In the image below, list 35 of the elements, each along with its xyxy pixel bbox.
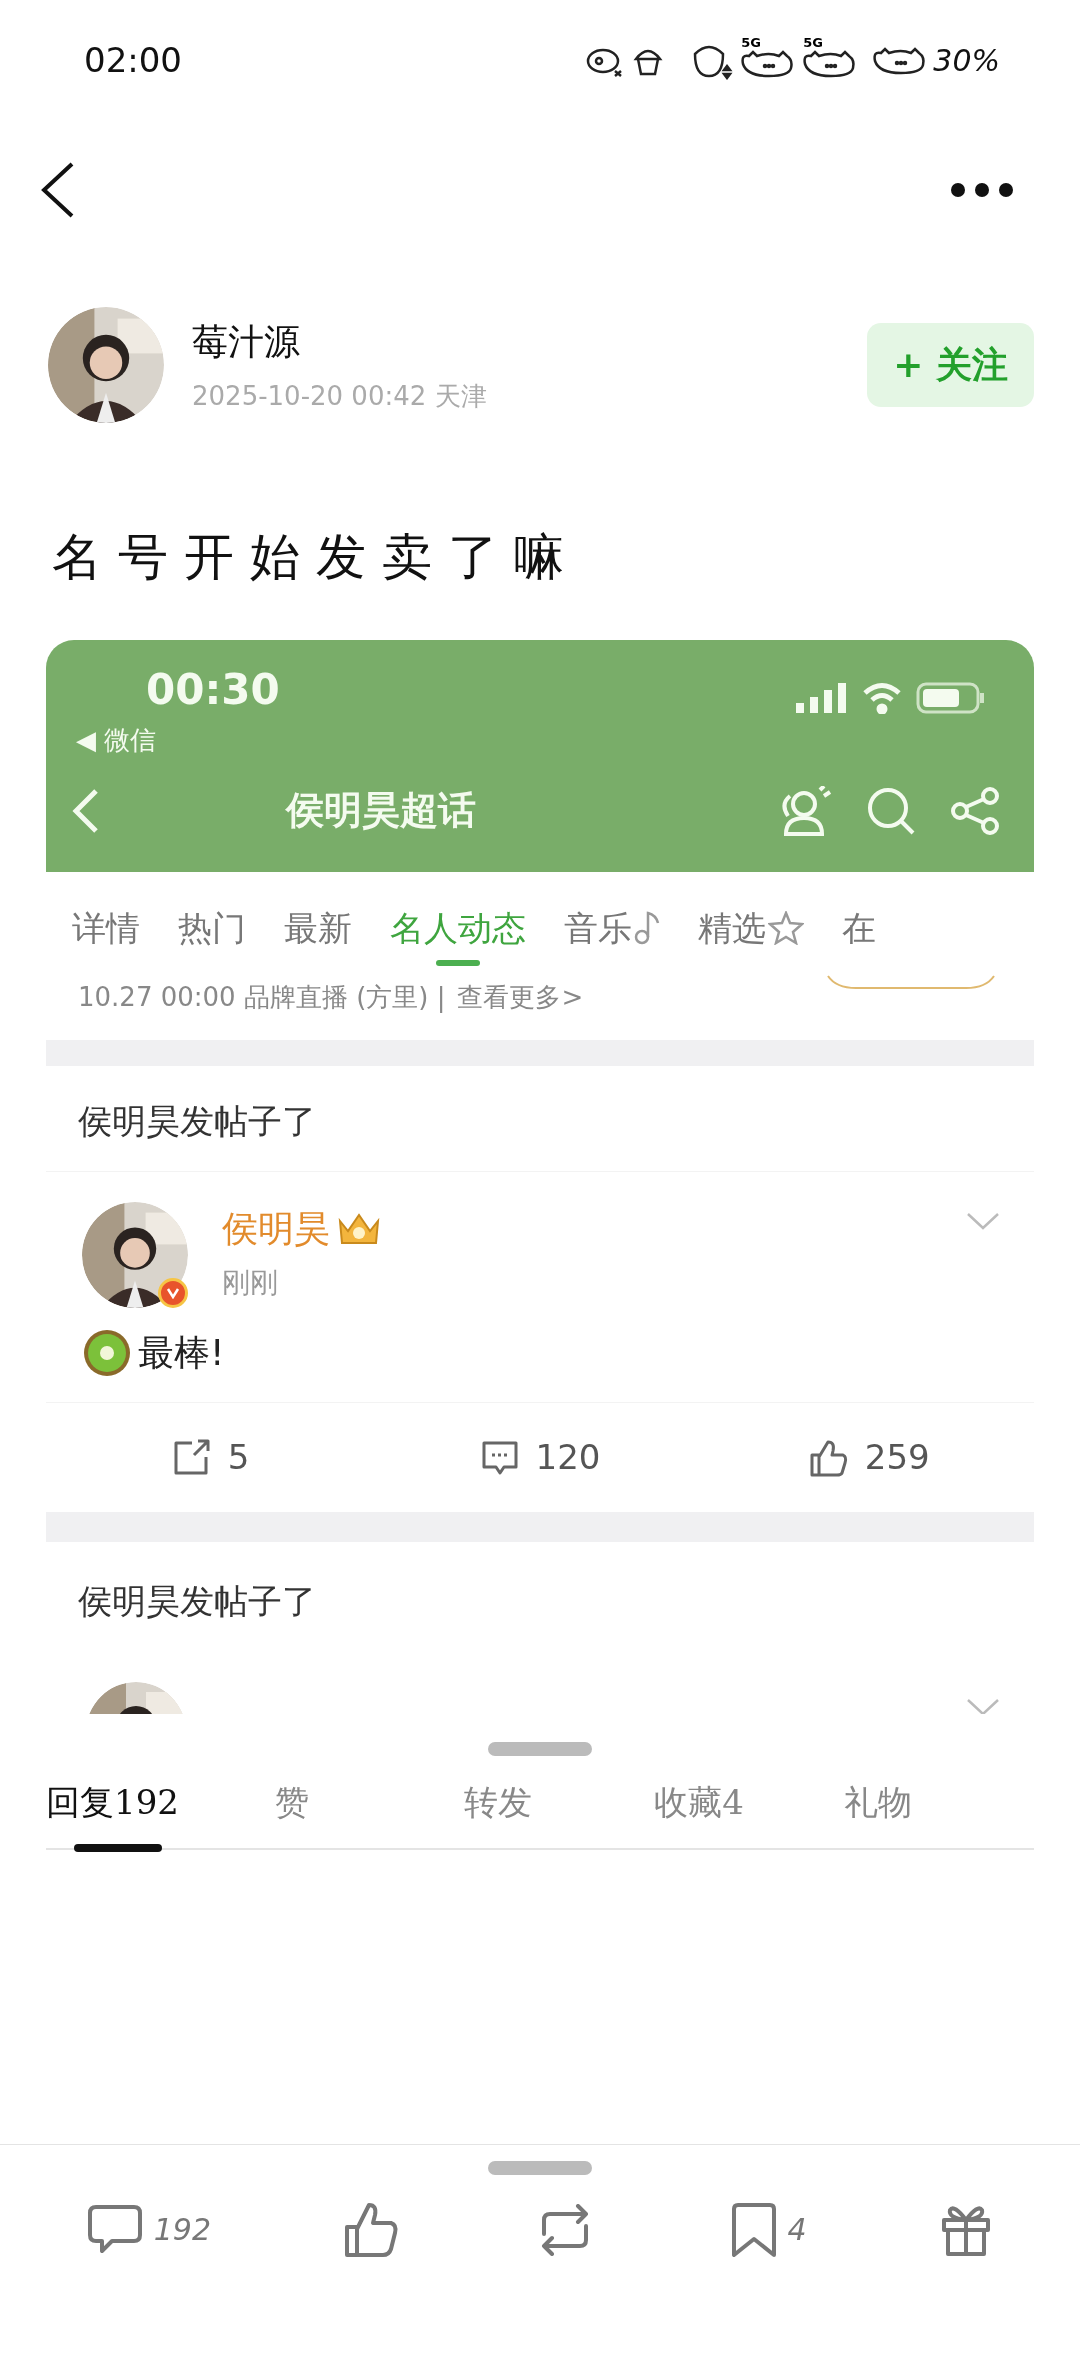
post-text: 名号开始发卖了嘛 — [52, 528, 580, 586]
repost-count: 5 — [227, 1436, 250, 1479]
battery-percent: 30% — [933, 41, 1000, 80]
action-count: 4 — [787, 2211, 807, 2249]
poster-name[interactable]: 侯明昊 — [222, 1202, 330, 1256]
feed-heading: 侯明昊发帖子了 — [46, 1066, 1034, 1172]
screenshot-time: 00:30 — [146, 664, 280, 716]
topic-title: 侯明昊超话 — [286, 787, 476, 834]
reply-tab[interactable]: 收藏4 — [654, 1756, 845, 1848]
network-label: 5G — [741, 36, 762, 49]
network-label: 5G — [803, 36, 824, 49]
action-count: 192 — [153, 2211, 211, 2249]
feed-heading: 侯明昊发帖子了 — [77, 1580, 317, 1623]
author-name[interactable]: 莓汁源 — [192, 314, 487, 369]
view-more-link[interactable]: 查看更多> — [457, 977, 584, 1017]
comment-count: 120 — [535, 1436, 601, 1479]
reply-tab[interactable]: 转发 — [464, 1756, 655, 1848]
back-to-app-link[interactable]: ◀ 微信 — [76, 721, 157, 760]
status-time: 02:00 — [84, 38, 182, 82]
like-count: 259 — [864, 1436, 930, 1479]
live-notice: 10.27 00:00 品牌直播 (方里) | — [78, 980, 446, 1015]
reply-tab[interactable]: 礼物 — [844, 1756, 1034, 1848]
topic-tab[interactable]: 精选 — [698, 904, 804, 952]
topic-tab[interactable]: 最新 — [284, 904, 352, 952]
reply-tab[interactable]: 赞 — [274, 1756, 465, 1848]
topic-tab[interactable]: 详情 — [72, 904, 140, 952]
reply-tab[interactable]: 回复192 — [46, 1756, 275, 1848]
topic-tab[interactable]: 在 — [842, 904, 876, 952]
topic-tab[interactable]: 名人动态 — [390, 904, 526, 952]
post-time: 刚刚 — [222, 1265, 279, 1301]
topic-tab[interactable]: 音乐 — [564, 904, 660, 952]
follow-button[interactable]: + 关注 — [867, 323, 1034, 407]
post-body: 最棒! — [138, 1331, 225, 1375]
topic-tab[interactable]: 热门 — [178, 904, 246, 952]
post-meta: 2025-10-20 00:42 天津 — [192, 379, 487, 413]
